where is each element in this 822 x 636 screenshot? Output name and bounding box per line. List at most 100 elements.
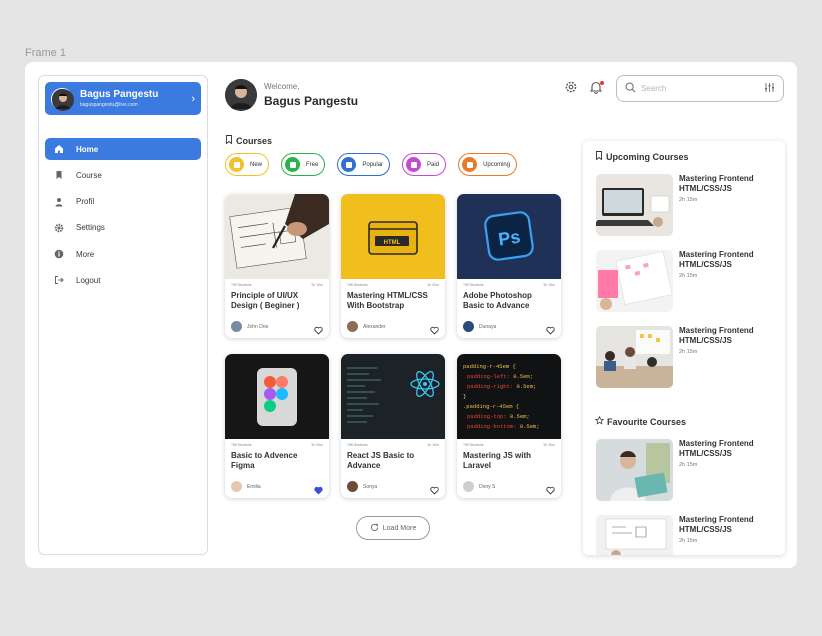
tutor-avatar (231, 321, 242, 332)
search-input[interactable] (641, 84, 764, 93)
heart-icon[interactable] (430, 482, 439, 495)
course-thumbnail-sketch (225, 194, 329, 279)
filter-chip-upcoming[interactable]: Upcoming (458, 153, 518, 176)
frame-label: Frame 1 (25, 47, 66, 59)
heart-icon[interactable] (430, 322, 439, 335)
bookmark-icon (53, 170, 64, 181)
upcoming-course-item[interactable]: Mastering Frontend HTML/CSS/JS 2h 15m (596, 250, 779, 312)
course-duration: 2h 05m (311, 443, 323, 447)
upcoming-course-item[interactable]: Mastering Frontend HTML/CSS/JS 2h 15m (596, 174, 779, 236)
heart-icon[interactable] (546, 322, 555, 335)
upcoming-thumbnail (596, 326, 673, 388)
filter-label: Paid (427, 161, 440, 168)
right-panel: Upcoming Courses Mastering Frontend HTML… (583, 141, 785, 555)
tutor-avatar (231, 481, 242, 492)
filter-chip-new[interactable]: New (225, 153, 270, 176)
sidebar-item-settings[interactable]: Settings (45, 217, 201, 239)
svg-text:padding-left: 0.5em;: padding-left: 0.5em; (467, 373, 533, 380)
sidebar-item-logout[interactable]: Logout (45, 269, 201, 291)
filter-chip-popular[interactable]: Popular (337, 153, 391, 176)
course-card[interactable]: 768 Students 2h 05m Basic to Advence Figm… (225, 354, 329, 498)
upcoming-course-item[interactable]: Mastering Frontend HTML/CSS/JS 2h 15m (596, 326, 779, 388)
filter-chip-free[interactable]: Free (281, 153, 326, 176)
filter-label: Popular (362, 161, 384, 168)
tutor-name: Dony S (479, 483, 496, 490)
search-bar (616, 75, 784, 102)
sidebar: Bagus Pangestu baguspangestu@live.com › … (38, 75, 208, 555)
course-card[interactable]: 799 Students 2h 10m Principle of UI/UX De… (225, 194, 329, 338)
tutor-avatar (347, 481, 358, 492)
upcoming-title: Upcoming Courses (606, 151, 689, 162)
course-grid: 799 Students 2h 10m Principle of UI/UX De… (225, 194, 563, 498)
profile-card[interactable]: Bagus Pangestu baguspangestu@live.com › (45, 82, 201, 115)
svg-text:HTML: HTML (384, 240, 401, 246)
course-duration: 2h 30m (543, 443, 555, 447)
course-card[interactable]: 768 Students 2h 10m React JS Basic to Adv… (341, 354, 445, 498)
bookmark-icon (225, 135, 236, 146)
header-avatar[interactable] (225, 79, 257, 111)
favourite-title: Favourite Courses (607, 416, 687, 427)
course-title: Mastering HTML/CSS With Bootstrap (347, 291, 428, 310)
upcoming-course-title: Mastering Frontend HTML/CSS/JS (679, 174, 754, 193)
upcoming-course-duration: 2h 15m (679, 273, 698, 279)
heart-filled-icon[interactable] (314, 482, 323, 495)
course-filters: New Free Popular Paid Upcoming (225, 153, 529, 176)
course-card[interactable]: HTML 768 Students 2h 20m Mastering HTML/C… (341, 194, 445, 338)
favourite-course-title: Mastering Frontend HTML/CSS/JS (679, 439, 754, 458)
favourite-course-item[interactable]: Mastering Frontend HTML/CSS/JS 2h 15m (596, 515, 779, 555)
course-title: Adobe Photoshop Basic to Advance (463, 291, 532, 310)
notifications-button[interactable] (588, 81, 604, 97)
user-icon (53, 196, 64, 207)
tutor-avatar (347, 321, 358, 332)
filter-label: Free (306, 161, 319, 168)
favourite-course-duration: 2h 15m (679, 462, 698, 468)
tutor-name: Sonya (363, 483, 378, 490)
star-icon (594, 415, 607, 427)
course-title: Principle of UI/UX Design ( Beginer ) (231, 291, 300, 310)
course-card[interactable]: Ps 799 Students 2h 15m Adobe Photoshop Ba… (457, 194, 561, 338)
courses-heading: Courses (225, 135, 272, 146)
upcoming-course-duration: 2h 15m (679, 197, 698, 203)
upcoming-thumbnail (596, 174, 673, 236)
students-count: 768 Students (231, 443, 252, 447)
load-more-label: Load More (382, 524, 417, 532)
heart-icon[interactable] (314, 322, 323, 335)
sidebar-item-course[interactable]: Course (45, 164, 201, 186)
students-count: 799 Students (463, 443, 484, 447)
filter-sliders-icon[interactable] (764, 80, 775, 98)
tutor-name: Dunaya (479, 323, 497, 330)
svg-text:padding-r-45em {: padding-r-45em { (463, 363, 516, 370)
favourite-course-title: Mastering Frontend HTML/CSS/JS (679, 515, 754, 534)
students-count: 768 Students (347, 443, 368, 447)
bookmark-icon (595, 151, 606, 162)
filter-label: New (250, 161, 263, 168)
heart-icon[interactable] (546, 482, 555, 495)
filter-chip-paid[interactable]: Paid (402, 153, 447, 176)
upcoming-course-duration: 2h 15m (679, 349, 698, 355)
logout-icon (53, 275, 64, 286)
settings-button[interactable] (563, 81, 579, 97)
course-thumbnail-html: HTML (341, 194, 445, 279)
sidebar-item-label: Settings (76, 223, 105, 233)
favourite-thumbnail (596, 439, 673, 501)
filter-dot (406, 157, 422, 172)
upcoming-thumbnail (596, 250, 673, 312)
tutor-name: Alexander (363, 323, 386, 330)
filter-dot (229, 157, 244, 172)
course-card[interactable]: padding-r-45em {padding-left: 0.5em; padd… (457, 354, 561, 498)
filter-dot (462, 157, 478, 172)
profile-name: Bagus Pangestu (80, 89, 159, 100)
refresh-icon (370, 523, 383, 534)
notification-dot (600, 81, 604, 85)
course-duration: 2h 15m (543, 283, 555, 287)
upcoming-course-title: Mastering Frontend HTML/CSS/JS (679, 250, 754, 269)
sidebar-item-profil[interactable]: Profil (45, 191, 201, 213)
chevron-right-icon: › (191, 92, 195, 105)
filter-label: Upcoming (483, 161, 511, 168)
sidebar-item-home[interactable]: Home (45, 138, 201, 160)
sidebar-item-more[interactable]: More (45, 243, 201, 265)
load-more-button[interactable]: Load More (356, 516, 430, 540)
course-duration: 2h 10m (311, 283, 323, 287)
course-duration: 2h 10m (427, 443, 439, 447)
favourite-course-item[interactable]: Mastering Frontend HTML/CSS/JS 2h 15m (596, 439, 779, 501)
